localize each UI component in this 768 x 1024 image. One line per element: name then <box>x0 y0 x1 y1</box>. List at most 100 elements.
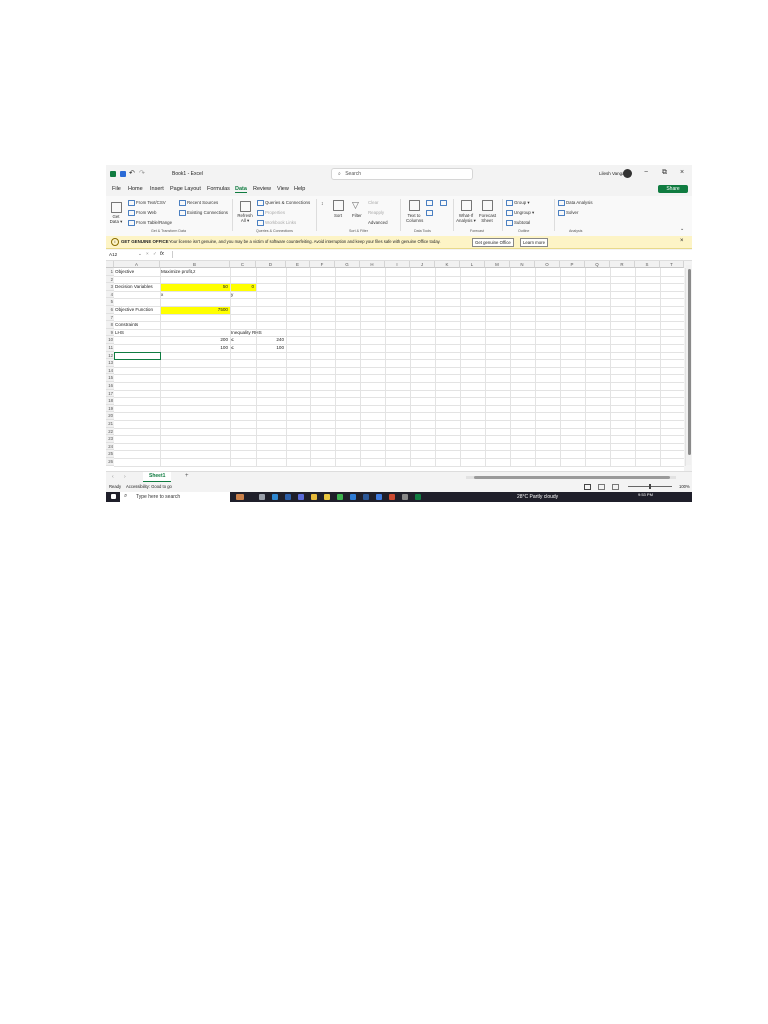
advanced-button[interactable]: Advanced <box>368 220 388 225</box>
function-icon[interactable]: fx <box>160 251 164 257</box>
cell-a6[interactable]: Objective Function <box>115 306 153 314</box>
row-header-10[interactable]: 10 <box>106 336 114 344</box>
normal-view-icon[interactable] <box>584 484 591 490</box>
cell-b4[interactable]: x <box>161 291 163 299</box>
powerpoint-icon[interactable] <box>389 494 395 500</box>
text-to-columns-button[interactable] <box>409 200 421 211</box>
recent-sources-button[interactable]: Recent Sources <box>179 200 218 206</box>
spreadsheet-grid[interactable]: A B C D E F G H I J K L M N O P Q R S T 1 2 3 4 5 6 7 8 9 10 11 12 13 14 1… <box>106 261 686 471</box>
chrome-icon[interactable] <box>337 494 343 500</box>
filter-icon[interactable]: ▽ <box>352 200 359 211</box>
row-header-2[interactable]: 2 <box>106 275 114 284</box>
store-icon[interactable] <box>350 494 356 500</box>
tab-view[interactable]: View <box>277 186 289 192</box>
tab-review[interactable]: Review <box>253 186 271 192</box>
column-header-n[interactable]: N <box>510 261 535 268</box>
from-table-button[interactable]: From Table/Range <box>128 220 172 226</box>
select-all-corner[interactable] <box>106 261 114 268</box>
column-header-r[interactable]: R <box>610 261 635 268</box>
save-icon[interactable] <box>120 171 126 177</box>
relationships-icon[interactable] <box>440 200 448 206</box>
ungroup-button[interactable]: Ungroup ▾ <box>506 210 534 216</box>
refresh-all-button[interactable] <box>240 201 252 212</box>
tab-home[interactable]: Home <box>128 186 143 192</box>
flash-fill-icon[interactable] <box>426 200 434 206</box>
row-header-15[interactable]: 15 <box>106 374 114 382</box>
sticky-notes-icon[interactable] <box>324 494 330 500</box>
from-text-csv-button[interactable]: From Text/CSV <box>128 200 166 206</box>
close-button[interactable]: × <box>680 169 684 177</box>
search-box[interactable]: ⌕ Search <box>331 168 473 180</box>
formula-input[interactable] <box>172 251 683 258</box>
minimize-button[interactable]: − <box>644 169 648 177</box>
tab-insert[interactable]: Insert <box>150 186 164 192</box>
column-header-e[interactable]: E <box>286 261 310 268</box>
row-header-26[interactable]: 26 <box>106 458 114 466</box>
close-notification-icon[interactable]: × <box>680 238 684 244</box>
from-web-button[interactable]: From Web <box>128 210 156 216</box>
row-header-20[interactable]: 20 <box>106 412 114 420</box>
page-break-view-icon[interactable] <box>612 484 619 490</box>
cell-c11[interactable]: ≤ <box>231 344 234 352</box>
horizontal-scrollbar-thumb[interactable] <box>474 476 670 479</box>
column-header-o[interactable]: O <box>535 261 560 268</box>
queries-connections-button[interactable]: Queries & Connections <box>257 200 310 206</box>
get-genuine-office-button[interactable]: Get genuine Office <box>472 238 514 247</box>
enter-icon[interactable]: ✓ <box>153 251 157 257</box>
tab-page-layout[interactable]: Page Layout <box>170 186 201 192</box>
mail-icon[interactable] <box>285 494 291 500</box>
row-header-18[interactable]: 18 <box>106 397 114 405</box>
row-header-14[interactable]: 14 <box>106 366 114 375</box>
column-header-h[interactable]: H <box>360 261 385 268</box>
cell-c9[interactable]: Inequality RHS <box>231 329 262 337</box>
row-header-23[interactable]: 23 <box>106 435 114 443</box>
page-layout-view-icon[interactable] <box>598 484 605 490</box>
row-header-7[interactable]: 7 <box>106 313 114 322</box>
zoom-slider-handle[interactable] <box>649 484 651 489</box>
row-header-19[interactable]: 19 <box>106 404 114 413</box>
taskbar-search-box[interactable]: ⌕ Type here to search <box>120 492 230 502</box>
cancel-icon[interactable]: × <box>146 251 149 256</box>
cell-d11[interactable]: 100 <box>256 344 284 352</box>
row-header-6[interactable]: 6 <box>106 306 114 314</box>
column-header-p[interactable]: P <box>560 261 585 268</box>
sort-button[interactable] <box>333 200 345 211</box>
what-if-button[interactable] <box>461 200 473 211</box>
accessibility-status[interactable]: Accessibility: Good to go <box>126 484 172 489</box>
properties-button[interactable]: Properties <box>257 210 285 216</box>
prev-sheet-icon[interactable]: ‹ <box>112 474 114 480</box>
row-header-11[interactable]: 11 <box>106 344 114 352</box>
row-header-5[interactable]: 5 <box>106 298 114 306</box>
task-view-icon[interactable] <box>259 494 265 500</box>
row-header-22[interactable]: 22 <box>106 427 114 436</box>
active-cell-a12[interactable] <box>114 351 161 361</box>
cell-a1[interactable]: Objective <box>115 268 134 276</box>
cell-c3[interactable]: 0 <box>230 283 254 291</box>
cell-c4[interactable]: y <box>231 291 233 299</box>
row-header-1[interactable]: 1 <box>106 268 114 276</box>
word-icon[interactable] <box>363 494 369 500</box>
restore-button[interactable]: ⧉ <box>662 169 667 177</box>
row-header-25[interactable]: 25 <box>106 450 114 458</box>
group-button[interactable]: Group ▾ <box>506 200 530 206</box>
cell-c10[interactable]: ≤ <box>231 336 234 344</box>
row-header-8[interactable]: 8 <box>106 321 114 329</box>
cell-b3[interactable]: 50 <box>160 283 228 291</box>
workbook-links-button[interactable]: Workbook Links <box>257 220 296 226</box>
sheet-tab-sheet1[interactable]: Sheet1 <box>143 472 172 482</box>
column-header-c[interactable]: C <box>230 261 256 268</box>
column-header-d[interactable]: D <box>256 261 286 268</box>
column-header-t[interactable]: T <box>660 261 684 268</box>
undo-icon[interactable]: ↶ <box>129 169 135 177</box>
cell-b11[interactable]: 100 <box>160 344 228 352</box>
row-header-17[interactable]: 17 <box>106 389 114 398</box>
name-box[interactable]: A12 <box>109 252 117 257</box>
column-header-m[interactable]: M <box>485 261 510 268</box>
cell-b10[interactable]: 200 <box>160 336 228 344</box>
solver-button[interactable]: Solver <box>558 210 578 216</box>
row-header-24[interactable]: 24 <box>106 442 114 451</box>
clear-button[interactable]: Clear <box>368 200 379 205</box>
zoom-level[interactable]: 100% <box>679 484 690 489</box>
existing-connections-button[interactable]: Existing Connections <box>179 210 228 216</box>
edge-icon[interactable] <box>272 494 278 500</box>
